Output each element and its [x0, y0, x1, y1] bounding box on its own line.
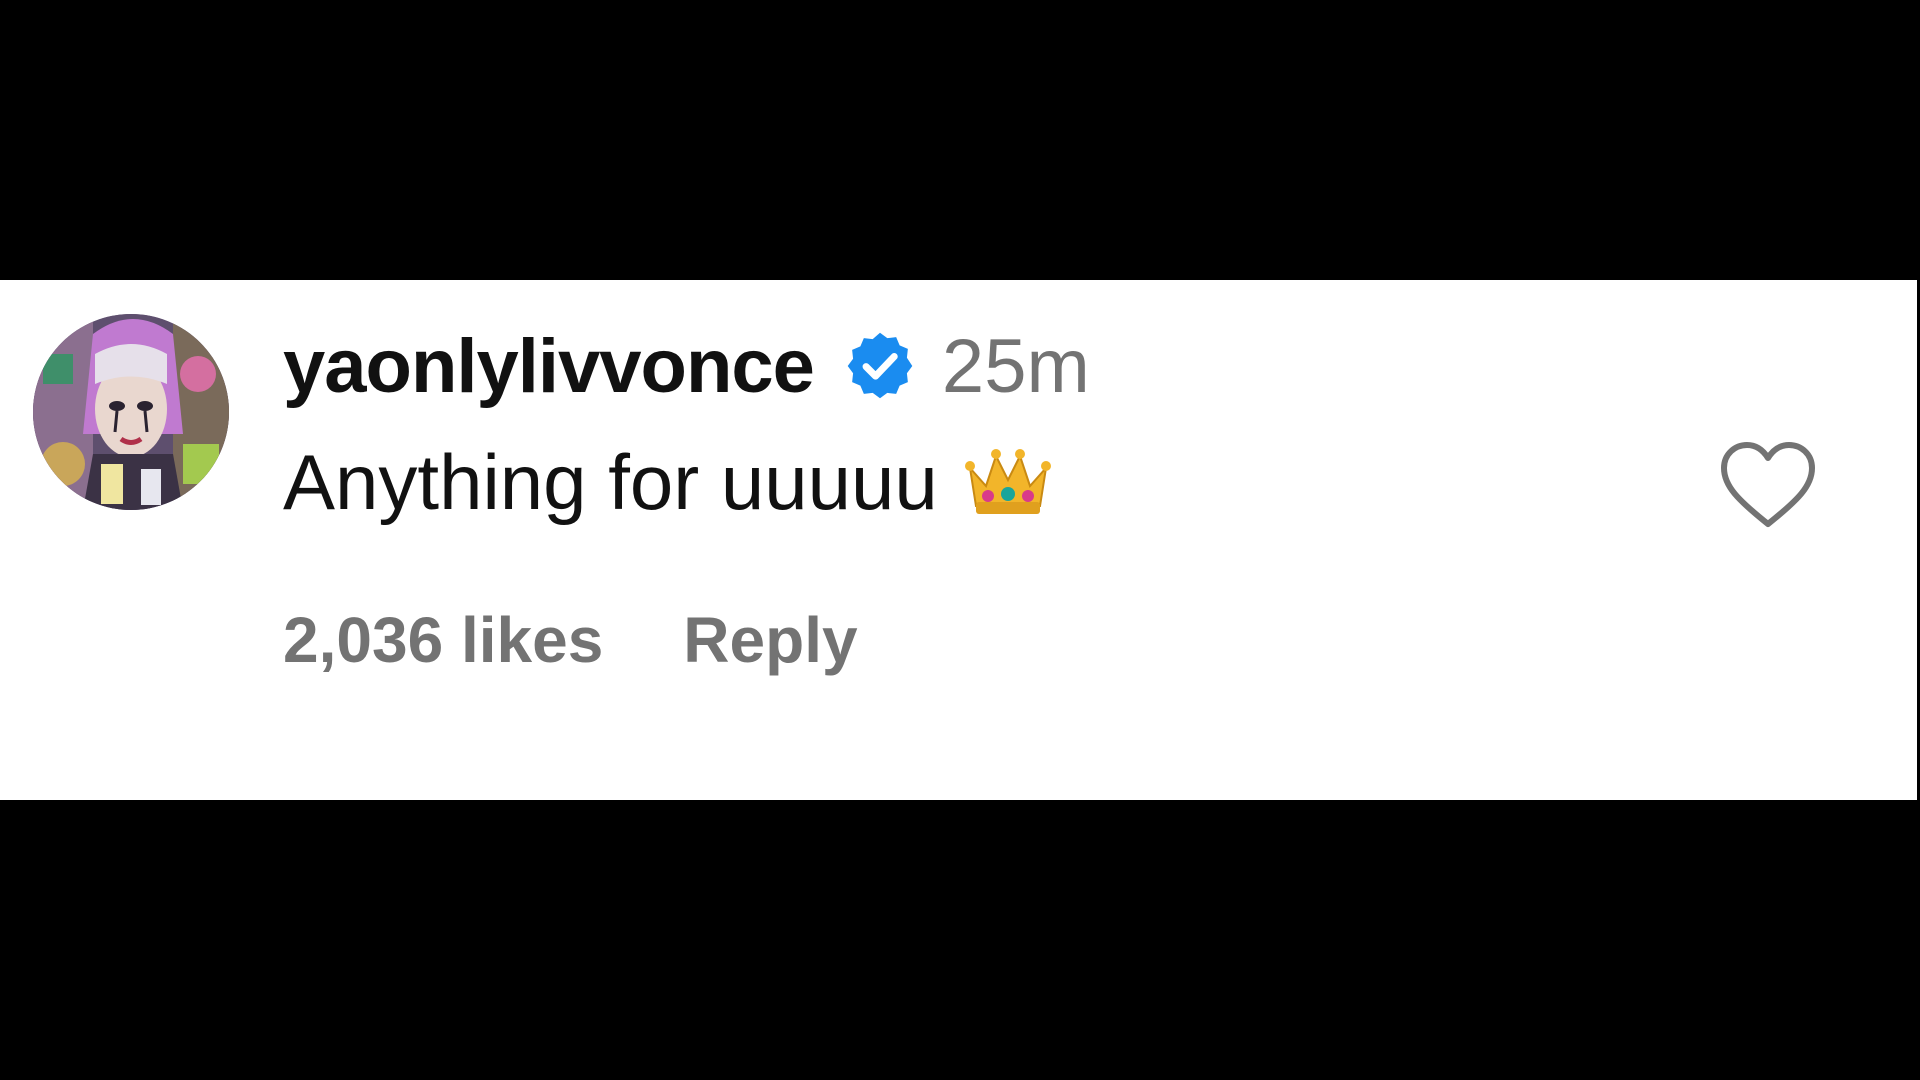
heart-outline-icon [1718, 442, 1818, 534]
avatar-image [33, 314, 229, 510]
comment-text: Anything for uuuuu [283, 437, 938, 526]
comment-card: yaonlylivvonce 25m Anything for uuuuu 2,… [0, 280, 1917, 800]
likes-count[interactable]: 2,036 likes [283, 603, 603, 677]
comment-body: Anything for uuuuu [283, 438, 1052, 526]
reply-button[interactable]: Reply [683, 603, 857, 677]
like-button[interactable] [1718, 440, 1818, 530]
username-link[interactable]: yaonlylivvonce [283, 323, 815, 410]
comment-actions: 2,036 likes Reply [283, 600, 858, 680]
avatar[interactable] [33, 314, 229, 510]
screenshot-stage: yaonlylivvonce 25m Anything for uuuuu 2,… [0, 0, 1920, 1080]
comment-timestamp: 25m [941, 323, 1090, 409]
crown-emoji-icon [964, 446, 1052, 518]
verified-badge-icon [842, 328, 918, 404]
comment-header: yaonlylivvonce 25m [283, 323, 1090, 410]
